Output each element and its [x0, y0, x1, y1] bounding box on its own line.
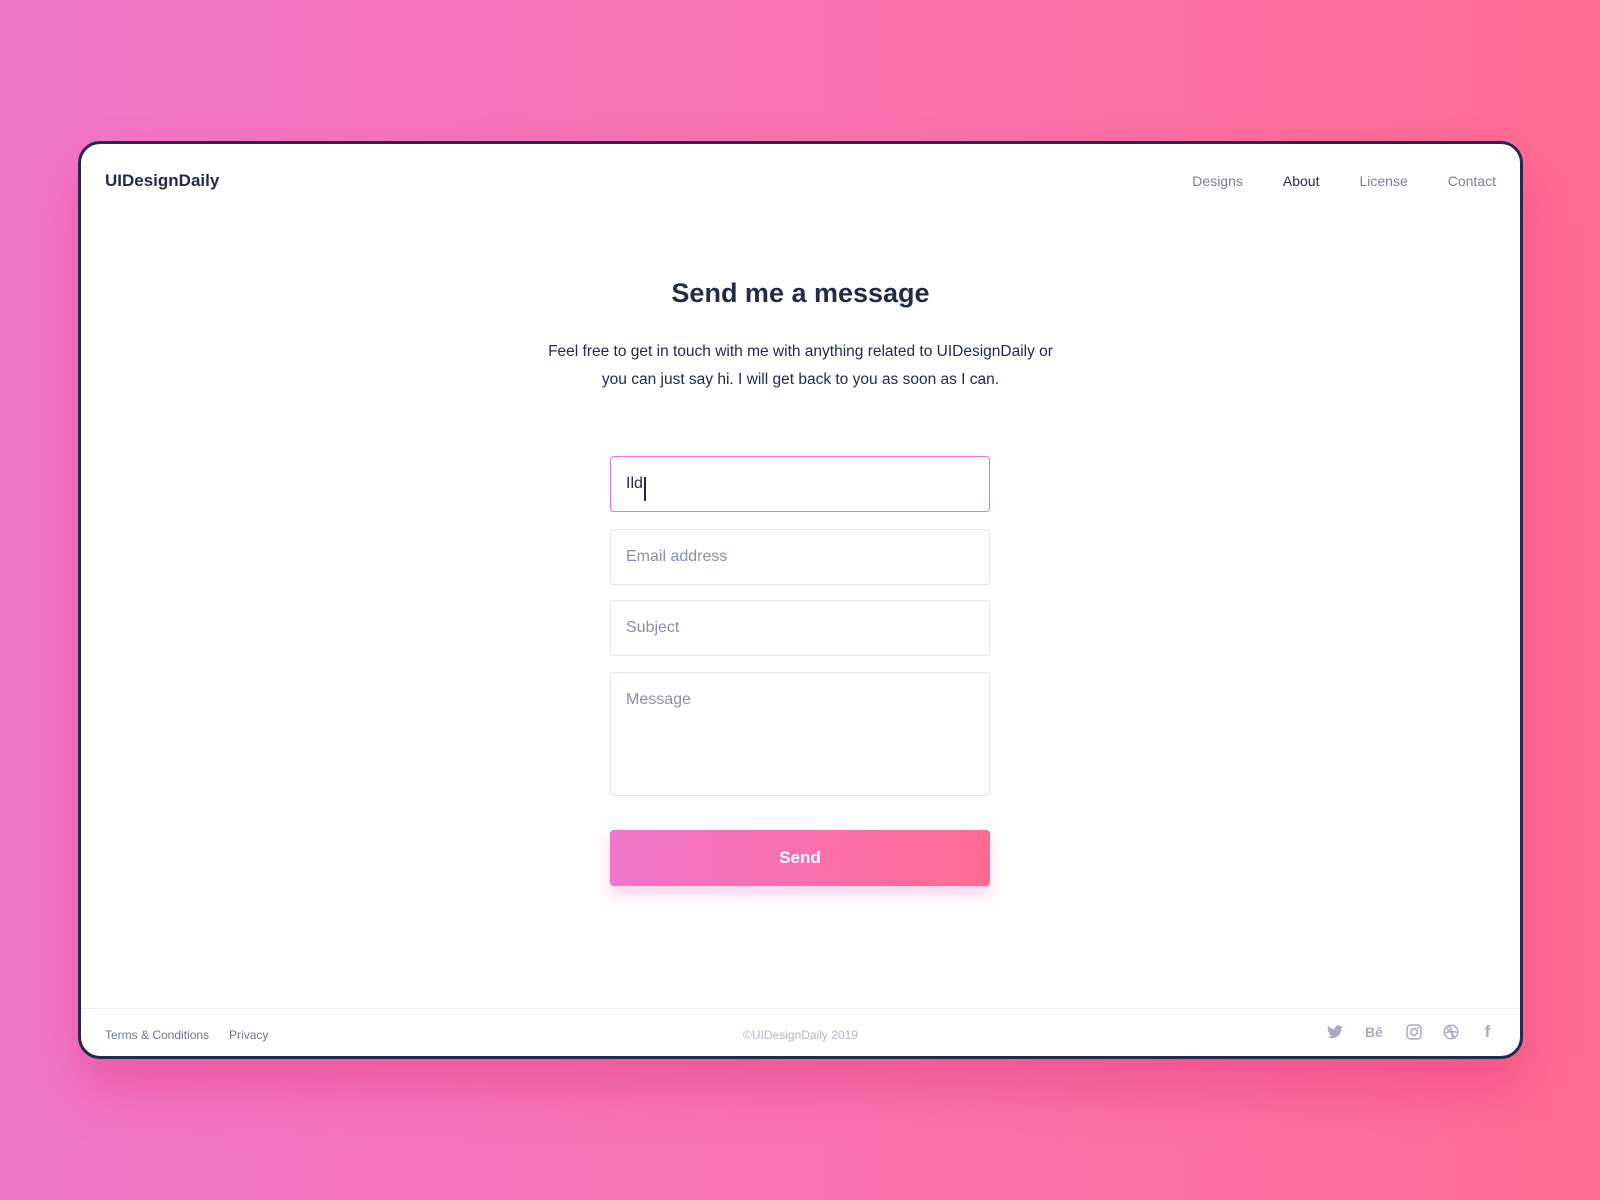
facebook-icon[interactable]: f: [1479, 1022, 1496, 1041]
logo[interactable]: UIDesignDaily: [105, 171, 219, 191]
copyright: ©UIDesignDaily 2019: [743, 1028, 858, 1042]
description-line: you can just say hi. I will get back to …: [601, 371, 1000, 388]
text-caret: [644, 477, 646, 501]
behance-icon[interactable]: Bē: [1363, 1023, 1385, 1040]
instagram-icon[interactable]: [1405, 1023, 1422, 1040]
dribbble-icon[interactable]: [1442, 1023, 1459, 1040]
twitter-icon[interactable]: [1326, 1023, 1343, 1040]
description-line: Feel free to get in touch with me with a…: [548, 343, 1053, 360]
social-links: Bē f: [1326, 1022, 1496, 1041]
main-nav: Designs About License Contact: [1192, 173, 1496, 189]
subject-input[interactable]: [610, 600, 990, 656]
nav-contact[interactable]: Contact: [1448, 173, 1496, 189]
footer-divider: [81, 1008, 1520, 1009]
nav-designs[interactable]: Designs: [1192, 173, 1243, 189]
name-input[interactable]: [610, 456, 990, 512]
page-description: Feel free to get in touch with me with a…: [81, 338, 1520, 394]
page-title: Send me a message: [671, 278, 930, 308]
nav-about[interactable]: About: [1283, 173, 1320, 189]
email-input[interactable]: [610, 529, 990, 585]
browser-window: UIDesignDaily Designs About License Cont…: [78, 141, 1523, 1059]
nav-license[interactable]: License: [1359, 173, 1407, 189]
send-button[interactable]: Send: [610, 830, 990, 886]
message-textarea[interactable]: [610, 672, 990, 796]
